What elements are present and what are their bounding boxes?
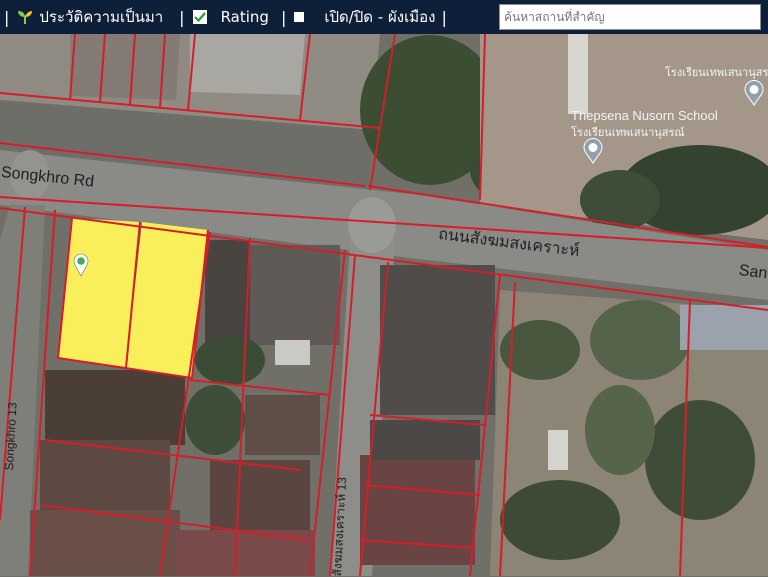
tree-canopy (645, 400, 755, 520)
toolbar-separator: | (4, 7, 10, 27)
school-pin-icon[interactable] (583, 138, 603, 164)
zoning-toggle[interactable]: เปิด/ปิด - ผังเมือง (294, 5, 435, 29)
school-pin-icon[interactable] (744, 80, 764, 106)
checkbox-icon[interactable] (294, 12, 305, 22)
tree-canopy (195, 335, 265, 385)
checkbox-checked-icon[interactable] (192, 10, 207, 24)
sprout-icon (18, 11, 33, 24)
building (245, 395, 320, 455)
rating-toggle[interactable]: Rating (192, 8, 269, 26)
building (275, 340, 310, 365)
school-label-en: Thepsena Nusorn School (571, 108, 718, 123)
building (680, 305, 768, 350)
building (205, 240, 250, 345)
building (40, 440, 170, 515)
tree-canopy (585, 385, 655, 475)
tree-canopy (590, 300, 690, 380)
history-label: ประวัติความเป็นมา (39, 8, 164, 26)
building (380, 265, 495, 415)
tree-canopy (185, 385, 245, 455)
satellite-map[interactable] (0, 0, 768, 576)
location-pin-icon[interactable] (73, 253, 89, 277)
building (548, 430, 568, 470)
road-roundabout (348, 197, 396, 253)
school-building (568, 34, 588, 114)
toolbar-separator: | (280, 7, 287, 27)
building-block (190, 34, 305, 95)
road-label-en-right: San (737, 262, 768, 283)
building (370, 420, 480, 460)
building (250, 245, 340, 345)
tree-canopy (500, 480, 620, 560)
building (175, 530, 315, 576)
toolbar-separator: | (179, 7, 185, 27)
building (45, 370, 185, 445)
school-label-th-top: โรงเรียนเทพเสนานุสรณ์ (665, 67, 768, 79)
zoning-label: เปิด/ปิด - ผังเมือง (324, 8, 436, 26)
toolbar-separator: | (441, 7, 447, 27)
building (360, 455, 475, 565)
rating-label: Rating (220, 8, 269, 26)
landmark-search-input[interactable] (499, 4, 761, 30)
history-button[interactable]: ประวัติความเป็นมา (17, 5, 163, 29)
